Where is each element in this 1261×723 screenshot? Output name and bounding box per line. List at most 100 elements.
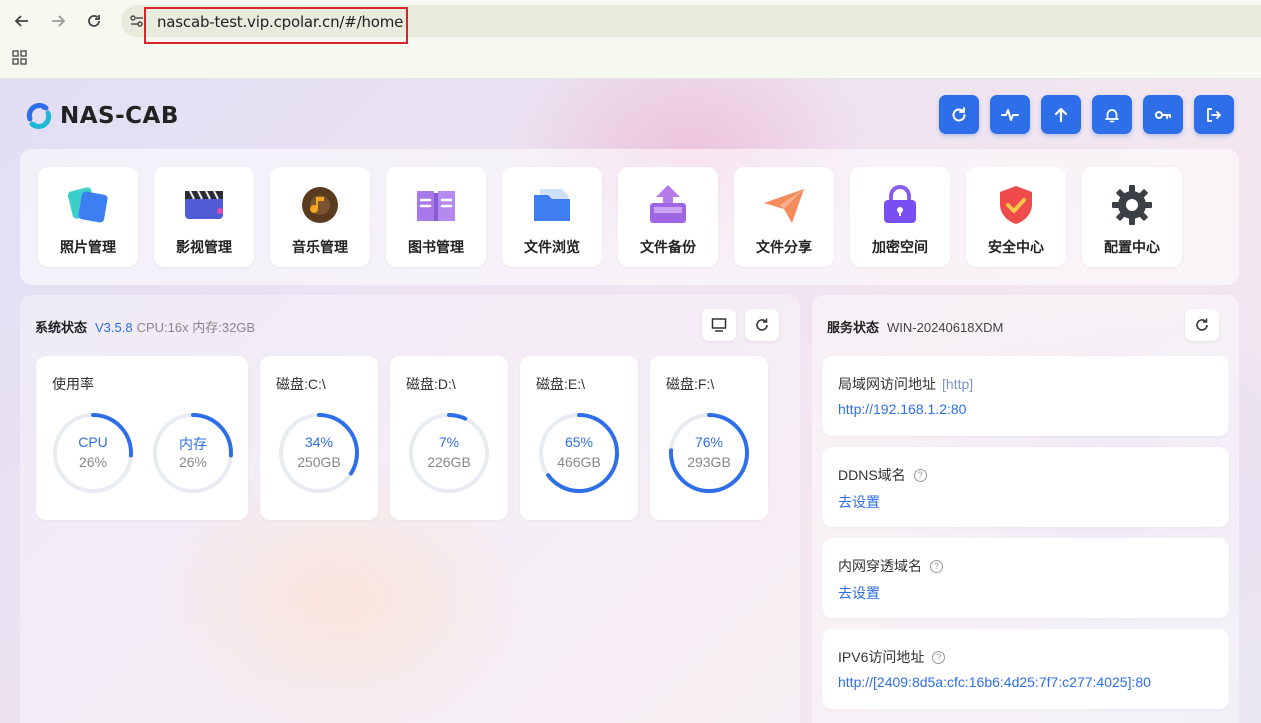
bell-icon xyxy=(1105,108,1119,122)
browser-toolbar: nascab-test.vip.cpolar.cn/#/home xyxy=(0,0,1261,79)
lan-address-card: 局域网访问地址 [http] http://192.168.1.2:80 xyxy=(822,356,1229,436)
monitor-icon xyxy=(711,318,727,332)
refresh-button[interactable] xyxy=(939,95,979,134)
music-icon xyxy=(302,187,338,223)
service-refresh-button[interactable] xyxy=(1185,309,1219,341)
service-status-panel: 服务状态 WIN-20240618XDM 局域网访问地址 [http] http:/… xyxy=(812,295,1239,723)
video-icon xyxy=(185,190,223,219)
tunnel-domain-card: 内网穿透域名? 去设置 xyxy=(822,538,1229,618)
cpu-ring xyxy=(53,413,133,493)
gear-icon xyxy=(1112,185,1152,225)
disk-size: 226GB xyxy=(427,454,471,470)
help-icon[interactable]: ? xyxy=(913,468,927,482)
key-icon xyxy=(1155,110,1171,119)
app-settings[interactable]: 配置中心 xyxy=(1082,167,1182,267)
ipv6-address-card: IPV6访问地址? http://[2409:8d5a:cfc:16b6:4d2… xyxy=(822,629,1229,709)
forward-button[interactable] xyxy=(45,8,71,34)
disk-ring xyxy=(409,413,489,493)
system-status-panel: 系统状态 V3.5.8CPU:16x 内存:32GB 使用率 CPU 26% xyxy=(20,295,800,723)
disk-title: 磁盘:C:\ xyxy=(276,376,326,392)
system-refresh-button[interactable] xyxy=(745,309,779,341)
app-video[interactable]: 影视管理 xyxy=(154,167,254,267)
gauge-label: 内存 xyxy=(179,436,207,452)
refresh-icon xyxy=(756,318,768,331)
backup-icon xyxy=(650,185,686,223)
book-icon xyxy=(417,191,455,221)
app-label: 配置中心 xyxy=(1104,239,1160,255)
disk-percent: 34% xyxy=(304,434,334,450)
service-status-title: 服务状态 xyxy=(827,320,880,335)
logo-text: NAS-CAB xyxy=(60,103,179,129)
app-backup[interactable]: 文件备份 xyxy=(618,167,718,267)
system-status-header: 系统状态 V3.5.8 CPU:16x 内存:32GB xyxy=(35,317,255,336)
logo[interactable]: NAS-CAB xyxy=(24,101,179,131)
logout-icon xyxy=(1207,107,1221,122)
ipv6-address-label: IPV6访问地址 xyxy=(838,649,925,665)
top-actions xyxy=(939,95,1234,134)
version-text: V3.5.8 xyxy=(95,320,133,335)
tunnel-domain-label: 内网穿透域名 xyxy=(838,558,922,574)
app-security[interactable]: 安全中心 xyxy=(966,167,1066,267)
lan-address-link[interactable]: http://192.168.1.2:80 xyxy=(838,401,966,417)
app-share[interactable]: 文件分享 xyxy=(734,167,834,267)
disk-title: 磁盘:F:\ xyxy=(666,376,715,392)
disk-card-f[interactable]: 磁盘:F:\ 76% 293GB xyxy=(650,356,768,520)
ddns-setup-link[interactable]: 去设置 xyxy=(838,492,880,512)
url-text[interactable]: nascab-test.vip.cpolar.cn/#/home xyxy=(157,13,403,31)
app-label: 图书管理 xyxy=(408,239,464,255)
notification-button[interactable] xyxy=(1092,95,1132,134)
disk-gauge: 34% 250GB xyxy=(278,412,360,494)
app-label: 文件分享 xyxy=(756,239,812,255)
disk-gauge: 76% 293GB xyxy=(668,412,750,494)
disk-size: 250GB xyxy=(297,454,341,470)
app-label: 影视管理 xyxy=(176,239,232,255)
apps-grid-icon[interactable] xyxy=(12,50,28,66)
disk-gauge: 65% 466GB xyxy=(538,412,620,494)
tunnel-setup-link[interactable]: 去设置 xyxy=(838,583,880,603)
help-icon[interactable]: ? xyxy=(932,650,946,664)
disk-size: 293GB xyxy=(687,454,731,470)
arrow-right-icon xyxy=(52,15,66,27)
disk-percent: 7% xyxy=(438,434,460,450)
disk-ring xyxy=(279,413,359,493)
upload-button[interactable] xyxy=(1041,95,1081,134)
gauge-percent: 26% xyxy=(78,454,108,470)
activity-button[interactable] xyxy=(990,95,1030,134)
app-folder[interactable]: 文件浏览 xyxy=(502,167,602,267)
logout-button[interactable] xyxy=(1194,95,1234,134)
help-icon[interactable]: ? xyxy=(930,559,943,573)
disk-card-c[interactable]: 磁盘:C:\ 34% 250GB xyxy=(260,356,378,520)
folder-icon xyxy=(534,189,570,221)
back-button[interactable] xyxy=(9,8,35,34)
key-button[interactable] xyxy=(1143,95,1183,134)
ddns-label: DDNS域名 xyxy=(838,467,906,483)
disk-size: 466GB xyxy=(557,454,601,470)
host-name: WIN-20240618XDM xyxy=(887,320,1004,335)
disk-card-e[interactable]: 磁盘:E:\ 65% 466GB xyxy=(520,356,638,520)
refresh-icon xyxy=(1196,318,1208,331)
share-icon xyxy=(764,189,804,223)
usage-title: 使用率 xyxy=(52,376,94,392)
reload-button[interactable] xyxy=(81,8,107,34)
disk-card-d[interactable]: 磁盘:D:\ 7% 226GB xyxy=(390,356,508,520)
arrow-left-icon xyxy=(14,15,28,27)
lan-address-label: 局域网访问地址 xyxy=(838,376,936,392)
app-label: 加密空间 xyxy=(872,239,928,255)
ipv6-address-link[interactable]: http://[2409:8d5a:cfc:16b6:4d25:7f7:c277… xyxy=(838,674,1151,690)
app-photo[interactable]: 照片管理 xyxy=(38,167,138,267)
ddns-card: DDNS域名? 去设置 xyxy=(822,447,1229,527)
system-status-title: 系统状态 xyxy=(35,320,88,335)
app-label: 文件备份 xyxy=(640,239,696,255)
pulse-icon xyxy=(1001,108,1019,121)
spec-text: CPU:16x 内存:32GB xyxy=(136,320,256,335)
arrow-up-icon xyxy=(1054,107,1068,122)
app-book[interactable]: 图书管理 xyxy=(386,167,486,267)
app-root: NAS-CAB 照片管理 影视管理 音乐管理 图书管理 文件浏览 文件备份 文件… xyxy=(0,79,1261,723)
service-status-header: 服务状态 WIN-20240618XDM xyxy=(827,317,1003,336)
cpu-gauge: CPU 26% xyxy=(52,412,134,494)
app-music[interactable]: 音乐管理 xyxy=(270,167,370,267)
app-lock[interactable]: 加密空间 xyxy=(850,167,950,267)
monitor-button[interactable] xyxy=(702,309,736,341)
usage-card: 使用率 CPU 26% 内存 26% xyxy=(36,356,248,520)
reload-icon xyxy=(88,15,100,27)
